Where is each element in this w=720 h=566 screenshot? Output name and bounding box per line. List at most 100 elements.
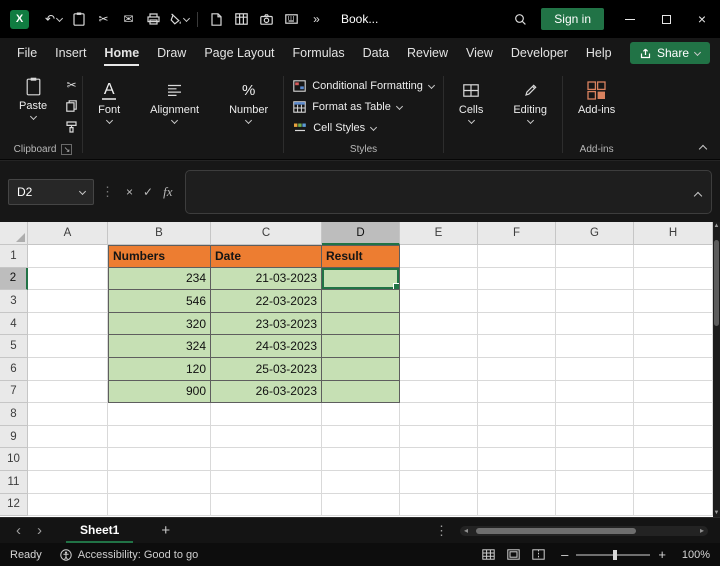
column-header-G[interactable]: G xyxy=(556,222,634,245)
enter-button[interactable]: ✓ xyxy=(143,185,153,199)
cell-F10[interactable] xyxy=(478,448,556,471)
cell-D5[interactable] xyxy=(322,335,400,358)
addins-button[interactable]: Add-ins xyxy=(568,76,625,119)
cell-D6[interactable] xyxy=(322,357,400,381)
cell-A4[interactable] xyxy=(28,312,108,336)
maximize-button[interactable] xyxy=(648,0,684,38)
cell-G11[interactable] xyxy=(556,470,634,494)
vertical-scrollbar[interactable]: ▲ ▼ xyxy=(713,222,720,517)
column-header-B[interactable]: B xyxy=(108,222,211,245)
cell-G5[interactable] xyxy=(556,335,634,358)
row-header-8[interactable]: 8 xyxy=(0,403,28,426)
cell-C11[interactable] xyxy=(211,470,322,494)
sheet-nav-prev-icon[interactable]: ‹ xyxy=(8,523,29,538)
menu-tab-draw[interactable]: Draw xyxy=(148,38,195,68)
zoom-slider-thumb[interactable] xyxy=(613,549,618,560)
cell-D7[interactable] xyxy=(322,380,400,404)
cell-E4[interactable] xyxy=(400,312,478,336)
cell-F9[interactable] xyxy=(478,425,556,449)
cell-A12[interactable] xyxy=(28,493,108,517)
cell-D3[interactable] xyxy=(322,290,400,313)
cell-B5[interactable]: 324 xyxy=(108,335,211,358)
menu-tab-formulas[interactable]: Formulas xyxy=(284,38,354,68)
close-button[interactable]: × xyxy=(684,0,720,38)
cell-E6[interactable] xyxy=(400,357,478,381)
qat-keyboard-button[interactable] xyxy=(280,8,303,30)
row-header-2[interactable]: 2 xyxy=(0,267,28,291)
add-sheet-button[interactable]: + xyxy=(155,522,176,539)
zoom-level[interactable]: 100% xyxy=(674,549,710,561)
menu-tab-insert[interactable]: Insert xyxy=(46,38,95,68)
cell-C12[interactable] xyxy=(211,493,322,517)
cell-A8[interactable] xyxy=(28,403,108,426)
cell-F6[interactable] xyxy=(478,357,556,381)
cell-G9[interactable] xyxy=(556,425,634,449)
horizontal-scrollbar[interactable]: ◂ ▸ xyxy=(460,525,708,536)
cell-F3[interactable] xyxy=(478,290,556,313)
cell-E8[interactable] xyxy=(400,403,478,426)
zoom-slider[interactable] xyxy=(576,549,651,560)
cell-H7[interactable] xyxy=(634,380,713,404)
editing-button[interactable]: Editing xyxy=(503,76,557,126)
cell-D4[interactable] xyxy=(322,312,400,336)
cell-B9[interactable] xyxy=(108,425,211,449)
column-header-A[interactable]: A xyxy=(28,222,108,245)
qat-print-button[interactable] xyxy=(142,8,165,30)
row-header-6[interactable]: 6 xyxy=(0,357,28,381)
page-break-view-button[interactable] xyxy=(532,549,545,560)
cell-A10[interactable] xyxy=(28,448,108,471)
menu-tab-page-layout[interactable]: Page Layout xyxy=(195,38,283,68)
cell-B8[interactable] xyxy=(108,403,211,426)
cell-E9[interactable] xyxy=(400,425,478,449)
cell-F8[interactable] xyxy=(478,403,556,426)
cell-H10[interactable] xyxy=(634,448,713,471)
cell-H2[interactable] xyxy=(634,267,713,291)
cell-H12[interactable] xyxy=(634,493,713,517)
cell-G12[interactable] xyxy=(556,493,634,517)
cell-C1[interactable]: Date xyxy=(211,245,322,268)
spreadsheet-grid[interactable]: A B C D E F G H 1 Numbers Date Result 2 234 21-03-2023… xyxy=(0,222,713,517)
menu-tab-view[interactable]: View xyxy=(457,38,502,68)
cell-E1[interactable] xyxy=(400,245,478,268)
cell-E3[interactable] xyxy=(400,290,478,313)
column-header-C[interactable]: C xyxy=(211,222,322,245)
menu-tab-review[interactable]: Review xyxy=(398,38,457,68)
zoom-in-button[interactable]: + xyxy=(658,548,666,561)
cell-F12[interactable] xyxy=(478,493,556,517)
cell-G2[interactable] xyxy=(556,267,634,291)
qat-fill-color-button[interactable] xyxy=(167,8,190,30)
cell-E12[interactable] xyxy=(400,493,478,517)
select-all-corner[interactable] xyxy=(0,222,28,245)
cell-B4[interactable]: 320 xyxy=(108,312,211,336)
cell-H3[interactable] xyxy=(634,290,713,313)
paste-button[interactable]: Paste xyxy=(9,72,57,133)
qat-paste-button[interactable] xyxy=(67,8,90,30)
qat-overflow-button[interactable]: » xyxy=(305,8,328,30)
cell-F11[interactable] xyxy=(478,470,556,494)
cell-D11[interactable] xyxy=(322,470,400,494)
cell-A7[interactable] xyxy=(28,380,108,404)
cell-C2[interactable]: 21-03-2023 xyxy=(211,267,322,291)
cell-D9[interactable] xyxy=(322,425,400,449)
cell-B10[interactable] xyxy=(108,448,211,471)
cell-F5[interactable] xyxy=(478,335,556,358)
undo-button[interactable]: ↶ xyxy=(42,8,65,30)
page-layout-view-button[interactable] xyxy=(507,549,520,560)
cell-B2[interactable]: 234 xyxy=(108,267,211,291)
format-painter-button[interactable] xyxy=(66,120,77,133)
cell-F1[interactable] xyxy=(478,245,556,268)
cell-A1[interactable] xyxy=(28,245,108,268)
qat-camera-button[interactable] xyxy=(255,8,278,30)
cell-G3[interactable] xyxy=(556,290,634,313)
column-header-F[interactable]: F xyxy=(478,222,556,245)
cell-H1[interactable] xyxy=(634,245,713,268)
minimize-button[interactable] xyxy=(612,0,648,38)
cell-G8[interactable] xyxy=(556,403,634,426)
cell-A5[interactable] xyxy=(28,335,108,358)
cell-A11[interactable] xyxy=(28,470,108,494)
row-header-3[interactable]: 3 xyxy=(0,290,28,313)
cell-D8[interactable] xyxy=(322,403,400,426)
cell-A9[interactable] xyxy=(28,425,108,449)
cell-B1[interactable]: Numbers xyxy=(108,245,211,268)
zoom-out-button[interactable]: – xyxy=(561,548,568,561)
